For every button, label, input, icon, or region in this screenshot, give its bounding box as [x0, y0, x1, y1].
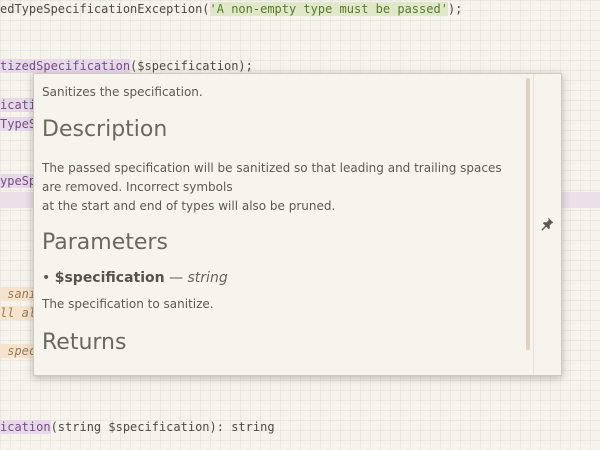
popup-divider [533, 74, 534, 375]
code-fragment: TypeS [0, 117, 37, 131]
code-fragment: icati [0, 98, 37, 112]
code-fragment: spec [0, 344, 37, 358]
code-token: edTypeSpecificationException( [0, 2, 210, 16]
code-token: ($specification); [130, 59, 253, 73]
bullet: • [42, 270, 51, 286]
popup-scrollbar[interactable] [526, 78, 530, 350]
code-line: ll al [0, 304, 37, 322]
parameters-heading: Parameters [42, 230, 168, 255]
parameter-description: The specification to sanitize. [42, 297, 214, 311]
returns-heading: Returns [42, 330, 127, 355]
code-fragment: ll al [0, 306, 37, 320]
code-line: spec [0, 342, 37, 360]
string-literal: 'A non-empty type must be passed' [209, 2, 448, 16]
description-text: The passed specification will be sanitiz… [42, 159, 522, 216]
method-name: tizedSpecification [0, 59, 131, 73]
code-fragment: ypeSp [0, 174, 37, 188]
code-line: edTypeSpecificationException('A non-empt… [0, 0, 462, 18]
summary-text: Sanitizes the specification. [42, 85, 203, 99]
code-line: sani [0, 285, 37, 303]
code-line: ypeSp [0, 172, 37, 190]
code-line: ication(string $specification): string [0, 418, 275, 436]
parameter-name: $specification [54, 270, 165, 286]
code-token: (string $specification): string [50, 420, 275, 434]
parameter-type: string [187, 270, 228, 286]
parameter-dash: — [169, 270, 184, 286]
code-line: icati [0, 96, 37, 114]
parameter-item: • $specification — string [42, 270, 228, 286]
description-heading: Description [42, 117, 168, 142]
code-line: TypeS [0, 115, 37, 133]
description-line: The passed specification will be sanitiz… [42, 161, 502, 194]
pin-icon[interactable] [539, 216, 555, 232]
method-name: ication [0, 420, 51, 434]
description-line: at the start and end of types will also … [42, 199, 336, 213]
documentation-popup[interactable]: Sanitizes the specification. Description… [33, 73, 562, 376]
code-token: ); [447, 2, 463, 16]
code-fragment: sani [0, 287, 37, 301]
